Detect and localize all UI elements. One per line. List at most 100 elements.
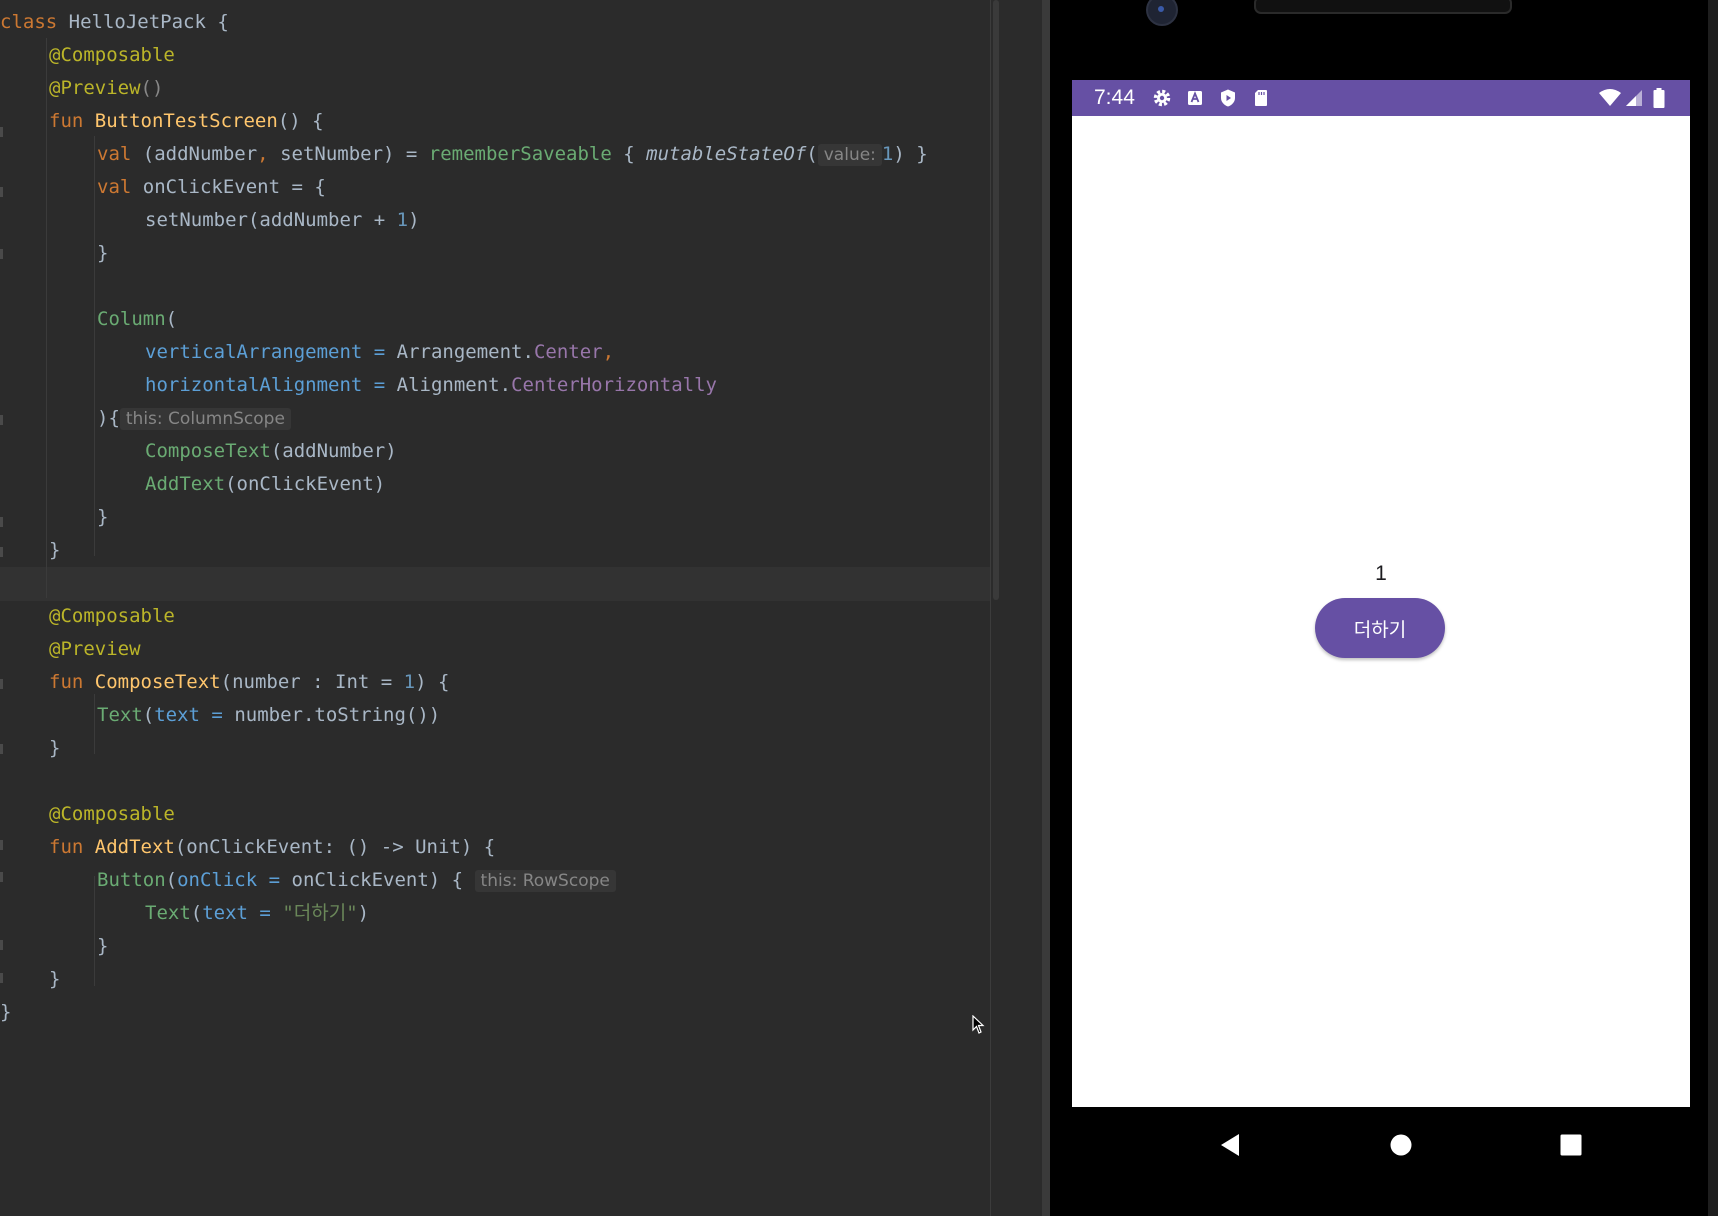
function-call: ComposeText [145, 440, 271, 462]
annotation: @Preview [49, 77, 141, 99]
earpiece-speaker [1254, 0, 1512, 14]
code-line[interactable]: @Preview() [49, 72, 163, 105]
editor-scrollbar[interactable] [990, 0, 1001, 1216]
code-text: (addNumber [131, 143, 258, 165]
code-line[interactable]: Button(onClick = onClickEvent) { this: R… [97, 864, 616, 897]
code-line[interactable]: fun ButtonTestScreen() { [49, 105, 324, 138]
function-name: AddText [94, 836, 175, 858]
code-text: setNumber(addNumber + [145, 209, 397, 231]
code-line[interactable]: fun ComposeText(number : Int = 1) { [49, 666, 449, 699]
code-line[interactable]: } [49, 534, 60, 567]
code-line[interactable]: @Preview [49, 633, 141, 666]
function-call: Text [145, 902, 191, 924]
fold-marker[interactable] [0, 940, 3, 950]
code-line[interactable]: } [49, 963, 60, 996]
add-button[interactable]: 더하기 [1315, 598, 1445, 658]
code-line[interactable]: } [97, 501, 108, 534]
scrollbar-thumb[interactable] [993, 0, 999, 600]
named-argument: text [202, 902, 248, 924]
code-text: } [49, 539, 61, 561]
gear-icon [1153, 89, 1171, 107]
fold-marker[interactable] [0, 249, 3, 259]
fold-marker[interactable] [0, 679, 3, 689]
code-text: = [247, 902, 283, 924]
code-text: setNumber) = [268, 143, 429, 165]
code-line[interactable]: Column( [97, 303, 177, 336]
code-text: = [362, 341, 397, 363]
number-literal: 1 [396, 209, 409, 231]
code-line[interactable]: @Composable [49, 798, 175, 831]
code-text: ) [408, 209, 420, 231]
app-screen: 1 더하기 [1072, 116, 1690, 1107]
code-line[interactable]: ){this: ColumnScope [97, 402, 291, 435]
code-line[interactable]: AddText(onClickEvent) [145, 468, 385, 501]
fold-marker[interactable] [0, 840, 3, 850]
code-line[interactable]: fun AddText(onClickEvent: () -> Unit) { [49, 831, 495, 864]
code-line[interactable]: } [97, 237, 108, 270]
code-text: , [257, 143, 269, 165]
function-name: ComposeText [94, 671, 221, 693]
code-text: } [0, 1001, 12, 1023]
code-text: , [602, 341, 615, 363]
keyword: class [0, 11, 58, 33]
code-line[interactable]: @Composable [49, 39, 175, 72]
code-line[interactable]: horizontalAlignment = Alignment.CenterHo… [145, 369, 717, 402]
code-text: onClickEvent) { [291, 869, 464, 891]
code-line[interactable]: } [97, 930, 108, 963]
fold-marker[interactable] [0, 517, 3, 527]
mouse-cursor-icon [972, 1015, 985, 1034]
fold-marker[interactable] [0, 872, 3, 882]
code-text: () { [277, 110, 324, 132]
annotation: @Composable [49, 44, 175, 66]
status-bar: 7:44 [1072, 80, 1690, 116]
fold-marker[interactable] [0, 744, 3, 754]
code-editor[interactable]: class HelloJetPack { @Composable @Previe… [0, 0, 990, 1216]
battery-icon [1653, 88, 1665, 108]
wifi-icon [1599, 89, 1621, 106]
fold-marker[interactable] [0, 415, 3, 425]
code-line[interactable]: } [0, 996, 11, 1029]
code-line[interactable]: val onClickEvent = { [97, 171, 326, 204]
code-text: () [140, 77, 164, 99]
fold-marker[interactable] [0, 547, 3, 557]
code-line[interactable]: Text(text = number.toString()) [97, 699, 440, 732]
code-line[interactable]: @Composable [49, 600, 175, 633]
annotation: @Composable [49, 605, 175, 627]
code-text: (onClickEvent: () -> Unit) { [174, 836, 496, 858]
code-text: (onClickEvent) [225, 473, 386, 495]
code-text: } [49, 968, 61, 990]
code-line[interactable]: verticalArrangement = Arrangement.Center… [145, 336, 614, 369]
fold-marker[interactable] [0, 187, 3, 197]
code-text: = [257, 869, 292, 891]
code-line[interactable]: class HelloJetPack { [0, 6, 229, 39]
function-call: mutableStateOf [646, 143, 807, 165]
code-text: { [611, 143, 647, 165]
fold-marker[interactable] [0, 127, 3, 137]
code-text: = [362, 374, 397, 396]
code-text: ( [142, 704, 155, 726]
code-line[interactable]: ComposeText(addNumber) [145, 435, 397, 468]
fold-marker[interactable] [0, 973, 3, 983]
panel-splitter[interactable] [1042, 0, 1050, 1216]
keyword: val [97, 176, 132, 198]
code-line[interactable]: val (addNumber, setNumber) = rememberSav… [97, 138, 928, 171]
code-line[interactable]: } [49, 732, 60, 765]
code-line[interactable]: Text(text = "더하기") [145, 897, 369, 930]
class-name: HelloJetPack { [57, 11, 229, 33]
named-argument: onClick [177, 869, 258, 891]
code-text: ){ [97, 407, 120, 429]
navigation-bar [1072, 1107, 1690, 1182]
recents-button[interactable] [1551, 1125, 1591, 1165]
sd-card-icon [1255, 90, 1267, 106]
code-text: } [97, 506, 109, 528]
indent-guide [94, 136, 95, 556]
home-button[interactable] [1381, 1125, 1421, 1165]
counter-text: 1 [1375, 562, 1387, 585]
indent-guide [94, 876, 95, 986]
annotation: @Composable [49, 803, 175, 825]
code-text: } [49, 737, 61, 759]
back-button[interactable] [1210, 1125, 1250, 1165]
code-text: (addNumber) [270, 440, 397, 462]
function-call: Column [97, 308, 166, 330]
code-line[interactable]: setNumber(addNumber + 1) [145, 204, 420, 237]
